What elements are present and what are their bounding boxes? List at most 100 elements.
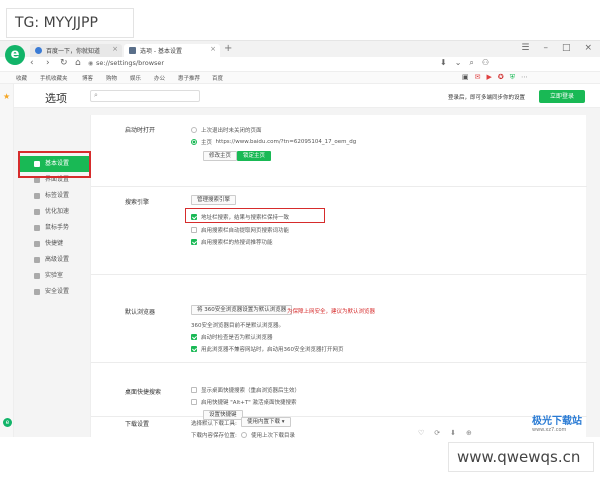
option-text: 上次退出时未关闭的页面: [201, 128, 262, 134]
bookmark-item[interactable]: 博客: [82, 74, 93, 82]
bottom-watermark: www.qwewqs.cn: [448, 442, 594, 472]
radio[interactable]: [191, 127, 197, 133]
nav-item-tabs[interactable]: 标签设置: [20, 188, 92, 204]
site-watermark: 极光下载站 www.xz7.com: [532, 412, 600, 436]
manage-engines-button[interactable]: 管理搜索引擎: [191, 195, 237, 205]
globe-icon: ◉: [88, 60, 94, 67]
bookmark-item[interactable]: 娱乐: [130, 74, 141, 82]
option-prefetch[interactable]: 启用搜索栏自动提取网页搜索词功能: [191, 226, 289, 234]
option-text: 用此浏览器不兼容网站时，启动用360安全浏览器打开网页: [201, 347, 344, 353]
checkbox[interactable]: [191, 387, 197, 393]
settings-header: 选项 ⌕ 登录后，即可多端同步你的设置 立即登录: [14, 84, 600, 108]
page-title: 选项: [45, 92, 67, 105]
login-prompt: 登录后，即可多端同步你的设置: [448, 95, 526, 101]
checkbox[interactable]: [191, 239, 197, 245]
option-last-dir[interactable]: 使用上次下载目录: [241, 431, 295, 439]
section-search-engine: 搜索引擎 管理搜索引擎 地址栏搜索，结果与搜索栏保持一致 启用搜索栏自动提取网页…: [91, 187, 587, 275]
section-default-browser: 默认浏览器 将 360安全浏览器设置为默认浏览器 为保障上网安全，建议为默认浏览…: [91, 275, 587, 363]
option-hot-search[interactable]: 启用搜索栏的热搜词推荐功能: [191, 238, 273, 246]
nav-item-advanced[interactable]: 高级设置: [20, 252, 92, 268]
checkbox[interactable]: [191, 346, 197, 352]
refresh-icon[interactable]: ↻: [60, 58, 68, 68]
bookmark-item[interactable]: 手机收藏夹: [40, 74, 68, 82]
tab-label: 百度一下，你就知道: [46, 48, 101, 55]
checkbox[interactable]: [191, 334, 197, 340]
radio[interactable]: [241, 432, 247, 438]
tab-bar: e 百度一下，你就知道 × 选项 - 基本设置 × + ☰ – □ ×: [0, 41, 600, 65]
zoom-icon[interactable]: ⊕: [466, 429, 472, 437]
checkbox[interactable]: [191, 399, 197, 405]
home-icon[interactable]: ⌂: [75, 58, 81, 68]
option-open-incompatible[interactable]: 用此浏览器不兼容网站时，启动用360安全浏览器打开网页: [191, 345, 344, 353]
mail-icon[interactable]: ✉: [475, 73, 481, 82]
forward-icon[interactable]: ›: [46, 58, 50, 68]
option-check-default[interactable]: 启动时检查是否为默认浏览器: [191, 333, 273, 341]
feedback-icon[interactable]: e: [3, 418, 12, 427]
chevron-down-icon[interactable]: ⌄: [455, 58, 462, 68]
keyboard-icon: [34, 241, 40, 247]
section-label: 默认浏览器: [125, 309, 156, 316]
lock-home-button[interactable]: 锁定主页: [237, 151, 272, 161]
search-engine-icon[interactable]: ⚇: [482, 58, 489, 68]
close-icon[interactable]: ×: [112, 45, 118, 53]
settings-search[interactable]: ⌕: [90, 90, 200, 102]
url-input[interactable]: ◉ se://settings/browser: [88, 59, 433, 70]
annotation-highlight-option: [185, 208, 325, 223]
radio[interactable]: [191, 139, 197, 145]
section-startup: 启动时打开 上次退出时未关闭的页面 主页 https://www.baidu.c…: [91, 115, 587, 187]
maximize-icon[interactable]: □: [562, 43, 571, 53]
extension-icons: ▣ ✉ ▶ ✪ ⛨ ⋯: [462, 73, 528, 82]
bookmark-item[interactable]: 收藏: [16, 74, 27, 82]
chevron-down-icon: ▾: [281, 419, 285, 425]
search-icon[interactable]: ⌕: [469, 58, 473, 68]
browser-logo-icon[interactable]: e: [5, 45, 25, 65]
bookmark-item[interactable]: 购物: [106, 74, 117, 82]
modify-home-button[interactable]: 修改主页: [203, 151, 238, 161]
mouse-icon: [34, 225, 40, 231]
nav-item-speed[interactable]: 优化加速: [20, 204, 92, 220]
more-icon[interactable]: ⋯: [521, 73, 528, 82]
bookmark-item[interactable]: 惠子推荐: [178, 74, 200, 82]
watermark-title: 极光下载站: [532, 416, 582, 427]
tab-settings[interactable]: 选项 - 基本设置 ×: [124, 44, 220, 57]
download-arrow-icon[interactable]: ⬇: [440, 58, 447, 68]
option-text: 启用搜索栏自动提取网页搜索词功能: [201, 228, 290, 234]
sync-icon[interactable]: ⟳: [434, 429, 440, 437]
download-tool-select[interactable]: 使用内置下载 ▾: [241, 417, 291, 427]
tab-baidu[interactable]: 百度一下，你就知道 ×: [30, 44, 122, 57]
new-tab-button[interactable]: +: [224, 43, 232, 54]
download-icon[interactable]: ⬇: [450, 429, 456, 437]
option-home[interactable]: 主页 https://www.baidu.com/?tn=62095104_17…: [191, 138, 356, 146]
nav-item-security[interactable]: 安全设置: [20, 284, 92, 300]
baidu-favicon-icon: [35, 47, 42, 54]
close-icon[interactable]: ×: [210, 45, 216, 53]
star-icon[interactable]: ★: [3, 92, 10, 101]
back-icon[interactable]: ‹: [30, 58, 34, 68]
nav-item-gestures[interactable]: 鼠标手势: [20, 220, 92, 236]
option-restore[interactable]: 上次退出时未关闭的页面: [191, 126, 262, 134]
menu-icon[interactable]: ☰: [521, 43, 529, 53]
nav-item-shortcuts[interactable]: 快捷键: [20, 236, 92, 252]
browser-window: e 百度一下，你就知道 × 选项 - 基本设置 × + ☰ – □ × ‹ › …: [0, 40, 600, 439]
nav-label: 实验室: [45, 272, 64, 279]
close-window-icon[interactable]: ×: [584, 43, 592, 53]
minimize-icon[interactable]: –: [543, 43, 548, 53]
video-icon[interactable]: ▶: [487, 73, 492, 82]
search-icon: ⌕: [94, 91, 98, 99]
set-default-button[interactable]: 将 360安全浏览器设置为默认浏览器: [191, 305, 293, 315]
settings-icon: [34, 257, 40, 263]
option-show-desktop-search[interactable]: 显示桌面快捷搜索（重启浏览器后生效）: [191, 386, 300, 394]
game-icon[interactable]: ✪: [498, 73, 504, 82]
shield-icon[interactable]: ⛨: [510, 73, 515, 82]
screenshot-icon[interactable]: ▣: [462, 73, 469, 82]
select-value: 使用内置下载: [247, 419, 281, 425]
checkbox[interactable]: [191, 227, 197, 233]
home-url: https://www.baidu.com/?tn=62095104_17_oe…: [215, 139, 357, 145]
login-button[interactable]: 立即登录: [539, 90, 585, 103]
nav-item-lab[interactable]: 实验室: [20, 268, 92, 284]
option-hotkey[interactable]: 启用快捷键 "Alt+T" 激活桌面快捷搜索: [191, 398, 296, 406]
bookmark-item[interactable]: 百度: [212, 74, 223, 82]
heart-icon[interactable]: ♡: [418, 429, 424, 437]
bookmark-item[interactable]: 办公: [154, 74, 165, 82]
search-input[interactable]: [103, 92, 197, 101]
